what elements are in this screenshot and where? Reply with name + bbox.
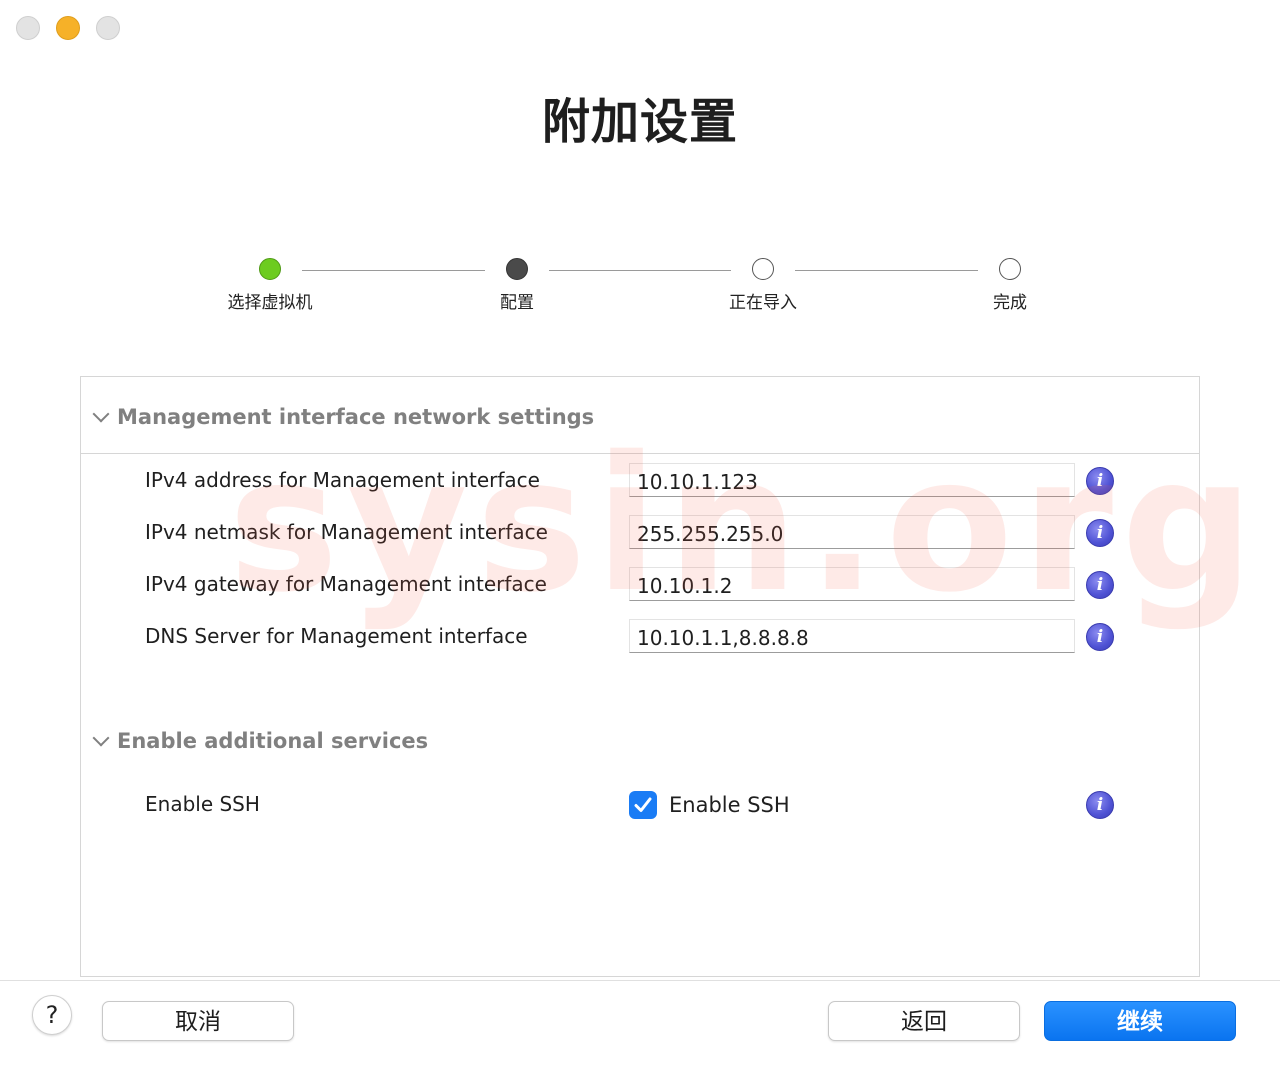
checkmark-icon xyxy=(634,797,652,812)
step-label: 完成 xyxy=(993,293,1027,313)
info-icon[interactable]: i xyxy=(1086,571,1114,599)
dns-server-input[interactable] xyxy=(629,619,1075,653)
footer-divider xyxy=(0,980,1280,981)
info-icon[interactable]: i xyxy=(1086,623,1114,651)
step-current-indicator xyxy=(506,258,528,280)
ipv4-address-label: IPv4 address for Management interface xyxy=(145,468,540,492)
chevron-down-icon xyxy=(92,405,110,423)
step-pending-indicator xyxy=(752,258,774,280)
section-title: Management interface network settings xyxy=(117,405,595,429)
step-select-vm: 选择虚拟机 xyxy=(210,258,330,313)
step-pending-indicator xyxy=(999,258,1021,280)
info-icon[interactable]: i xyxy=(1086,791,1114,819)
step-finish: 完成 xyxy=(950,258,1070,313)
window-maximize-button[interactable] xyxy=(96,16,120,40)
back-button[interactable]: 返回 xyxy=(828,1001,1020,1041)
ipv4-address-input[interactable] xyxy=(629,463,1075,497)
enable-ssh-label: Enable SSH xyxy=(145,792,260,816)
enable-ssh-checkbox[interactable] xyxy=(629,791,657,819)
enable-ssh-checkbox-label[interactable]: Enable SSH xyxy=(669,791,790,819)
step-label: 配置 xyxy=(500,293,534,313)
page-title: 附加设置 xyxy=(541,94,738,150)
ipv4-netmask-input[interactable] xyxy=(629,515,1075,549)
window-minimize-button[interactable] xyxy=(56,16,80,40)
continue-button[interactable]: 继续 xyxy=(1044,1001,1236,1041)
section-services-header[interactable]: Enable additional services xyxy=(91,729,428,753)
step-done-indicator xyxy=(259,258,281,280)
step-label: 正在导入 xyxy=(729,293,797,313)
ipv4-gateway-label: IPv4 gateway for Management interface xyxy=(145,572,547,596)
settings-panel: Management interface network settings IP… xyxy=(80,376,1200,977)
step-label: 选择虚拟机 xyxy=(227,293,313,313)
window-close-button[interactable] xyxy=(16,16,40,40)
step-configure: 配置 xyxy=(457,258,577,313)
dns-server-label: DNS Server for Management interface xyxy=(145,624,528,648)
divider xyxy=(81,453,1199,454)
step-importing: 正在导入 xyxy=(703,258,823,313)
ipv4-netmask-label: IPv4 netmask for Management interface xyxy=(145,520,548,544)
info-icon[interactable]: i xyxy=(1086,467,1114,495)
cancel-button[interactable]: 取消 xyxy=(102,1001,294,1041)
ipv4-gateway-input[interactable] xyxy=(629,567,1075,601)
progress-stepper: 选择虚拟机 配置 正在导入 完成 xyxy=(0,258,1280,318)
section-title: Enable additional services xyxy=(117,729,429,753)
section-network-header[interactable]: Management interface network settings xyxy=(91,405,594,429)
chevron-down-icon xyxy=(92,729,110,747)
info-icon[interactable]: i xyxy=(1086,519,1114,547)
help-button[interactable]: ? xyxy=(32,995,72,1035)
